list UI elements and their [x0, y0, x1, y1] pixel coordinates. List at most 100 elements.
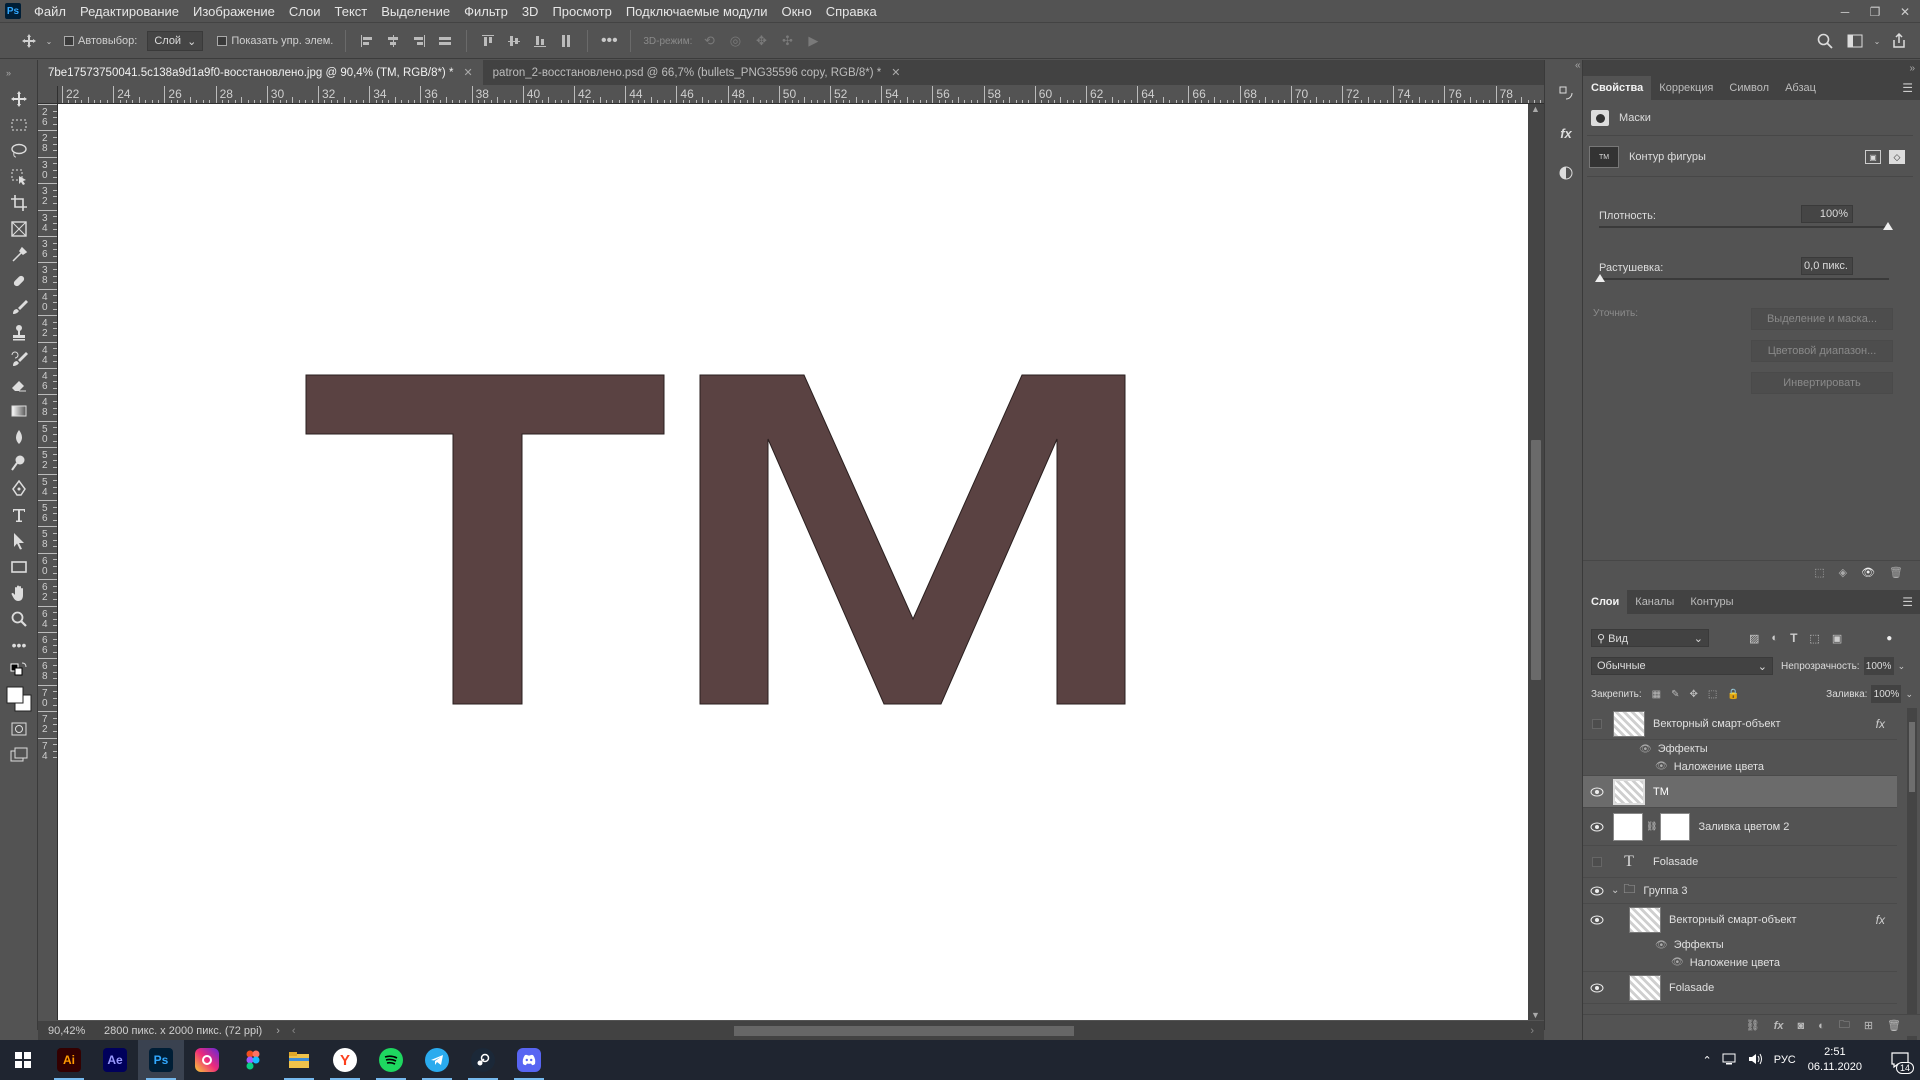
- notification-center-icon[interactable]: 14: [1880, 1040, 1920, 1080]
- healing-brush-icon[interactable]: [0, 268, 38, 294]
- blur-tool-icon[interactable]: [0, 424, 38, 450]
- more-options-icon[interactable]: •••: [598, 30, 620, 52]
- eyedropper-tool-icon[interactable]: [0, 242, 38, 268]
- eye-icon[interactable]: 👁: [1671, 957, 1684, 968]
- filter-shape-icon[interactable]: ⬚: [1809, 632, 1819, 645]
- zoom-level[interactable]: 90,42%: [48, 1025, 92, 1037]
- chevron-right-icon[interactable]: ›: [1530, 1025, 1534, 1037]
- menu-select[interactable]: Выделение: [374, 0, 457, 23]
- gradient-tool-icon[interactable]: [0, 398, 38, 424]
- new-layer-icon[interactable]: ⊞: [1864, 1019, 1873, 1032]
- chevron-left-icon[interactable]: ‹: [292, 1025, 296, 1037]
- load-selection-icon[interactable]: ⬚: [1814, 566, 1824, 579]
- layer-name[interactable]: Folasade: [1669, 982, 1714, 994]
- hand-tool-icon[interactable]: [0, 580, 38, 606]
- align-center-icon[interactable]: [382, 30, 404, 52]
- tab-document-1[interactable]: 7be17573750041.5c138a9d1a9f0-восстановле…: [38, 60, 483, 85]
- document-canvas[interactable]: TM: [58, 104, 1528, 1020]
- language-indicator[interactable]: РУС: [1774, 1054, 1796, 1066]
- distribute-vertical-icon[interactable]: [555, 30, 577, 52]
- menu-type[interactable]: Текст: [328, 0, 375, 23]
- menu-file[interactable]: Файл: [27, 0, 73, 23]
- filter-pixel-icon[interactable]: ▨: [1749, 632, 1759, 645]
- vertical-ruler[interactable]: 2 6 2 8 3 0 3 2 3 4 3 6 3 8 4 0 4 2 4 4 4 6 4 8 5 0 5…: [38, 104, 58, 1020]
- collapse-panels-icon[interactable]: «: [1575, 60, 1581, 71]
- chevron-down-icon[interactable]: ⌄: [1872, 30, 1882, 52]
- taskbar-photoshop[interactable]: Ps: [138, 1040, 184, 1080]
- close-tab-icon[interactable]: ✕: [463, 66, 472, 79]
- chevron-right-icon[interactable]: ›: [276, 1025, 280, 1037]
- restore-icon[interactable]: ❐: [1860, 0, 1890, 23]
- vertical-scroll-thumb[interactable]: [1531, 440, 1541, 680]
- filter-toggle-icon[interactable]: ●: [1886, 633, 1892, 644]
- add-mask-icon[interactable]: ◙: [1798, 1020, 1805, 1032]
- move-tool-icon[interactable]: [18, 30, 40, 52]
- pen-tool-icon[interactable]: [0, 476, 38, 502]
- distribute-icon[interactable]: [434, 30, 456, 52]
- history-panel-icon[interactable]: [1555, 82, 1577, 104]
- select-and-mask-button[interactable]: Выделение и маска...: [1751, 308, 1893, 330]
- effect-item-row[interactable]: 👁 Наложение цвета: [1583, 758, 1897, 776]
- eraser-tool-icon[interactable]: [0, 372, 38, 398]
- horizontal-scroll-thumb[interactable]: [734, 1026, 1074, 1036]
- history-brush-icon[interactable]: [0, 346, 38, 372]
- fill-input[interactable]: 100%: [1871, 685, 1902, 703]
- visibility-toggle[interactable]: [1587, 856, 1607, 867]
- align-middle-icon[interactable]: [503, 30, 525, 52]
- scroll-up-icon[interactable]: ▲: [1531, 104, 1540, 114]
- delete-mask-icon[interactable]: 🗑: [1889, 566, 1903, 579]
- chevron-down-icon[interactable]: ⌄: [44, 30, 54, 52]
- chevron-down-icon[interactable]: ⌄: [1905, 689, 1913, 700]
- density-slider-track[interactable]: [1599, 226, 1889, 228]
- taskbar-yandex[interactable]: Y: [322, 1040, 368, 1080]
- eye-icon[interactable]: [1587, 886, 1607, 896]
- visibility-toggle[interactable]: [1587, 718, 1607, 729]
- menu-window[interactable]: Окно: [774, 0, 818, 23]
- feather-slider-handle[interactable]: [1595, 274, 1605, 282]
- menu-filter[interactable]: Фильтр: [457, 0, 515, 23]
- stamp-tool-icon[interactable]: [0, 320, 38, 346]
- brush-tool-icon[interactable]: [0, 294, 38, 320]
- panel-menu-icon[interactable]: ☰: [1902, 595, 1913, 609]
- layers-scroll-thumb[interactable]: [1909, 722, 1915, 792]
- tab-adjustments[interactable]: Коррекция: [1651, 76, 1721, 100]
- show-transform-checkbox[interactable]: [217, 36, 228, 46]
- move-tool-icon[interactable]: [0, 86, 38, 112]
- align-bottom-icon[interactable]: [529, 30, 551, 52]
- add-vector-mask-icon[interactable]: ◇: [1889, 150, 1905, 164]
- eye-icon[interactable]: [1587, 983, 1607, 993]
- taskbar-figma[interactable]: [230, 1040, 276, 1080]
- panel-menu-icon[interactable]: ☰: [1902, 81, 1913, 95]
- effects-row[interactable]: 👁 Эффекты: [1583, 936, 1897, 954]
- menu-layers[interactable]: Слои: [282, 0, 328, 23]
- add-pixel-mask-icon[interactable]: ▣: [1865, 150, 1881, 164]
- vertical-scrollbar[interactable]: ▲ ▼: [1528, 104, 1544, 1020]
- layer-row[interactable]: T Folasade: [1583, 846, 1897, 878]
- layer-row[interactable]: ⛓ Заливка цветом 2: [1583, 808, 1897, 846]
- opacity-input[interactable]: 100%: [1863, 657, 1894, 675]
- collapse-toolbar-icon[interactable]: »: [0, 60, 38, 86]
- minimize-icon[interactable]: ─: [1830, 0, 1860, 23]
- color-swatches[interactable]: [0, 682, 38, 716]
- taskbar-instagram[interactable]: [184, 1040, 230, 1080]
- invert-button[interactable]: Инвертировать: [1751, 372, 1893, 394]
- effect-item-row[interactable]: 👁 Наложение цвета: [1583, 954, 1897, 972]
- taskbar-explorer[interactable]: [276, 1040, 322, 1080]
- fx-icon[interactable]: fx: [1876, 717, 1885, 731]
- zoom-tool-icon[interactable]: [0, 606, 38, 632]
- group-name[interactable]: Группа 3: [1643, 885, 1687, 897]
- styles-fx-icon[interactable]: fx: [1555, 122, 1577, 144]
- menu-edit[interactable]: Редактирование: [73, 0, 186, 23]
- tab-character[interactable]: Символ: [1721, 76, 1777, 100]
- rectangle-tool-icon[interactable]: [0, 554, 38, 580]
- layer-name[interactable]: TM: [1653, 786, 1669, 798]
- menu-view[interactable]: Просмотр: [545, 0, 618, 23]
- lock-pixels-icon[interactable]: ✎: [1671, 689, 1679, 700]
- layer-row[interactable]: Векторный смарт-объект fx: [1583, 904, 1897, 936]
- blend-mode-dropdown[interactable]: Обычные ⌄: [1591, 657, 1773, 675]
- tab-channels[interactable]: Каналы: [1627, 590, 1682, 614]
- tab-paths[interactable]: Контуры: [1682, 590, 1741, 614]
- apply-mask-icon[interactable]: ◈: [1839, 566, 1847, 579]
- layer-name[interactable]: Заливка цветом 2: [1698, 821, 1789, 833]
- horizontal-ruler[interactable]: 22 24 26 28 30 32 34 36 38 40 42 44 46 48 50 52 54 56 58 60…: [58, 86, 1544, 104]
